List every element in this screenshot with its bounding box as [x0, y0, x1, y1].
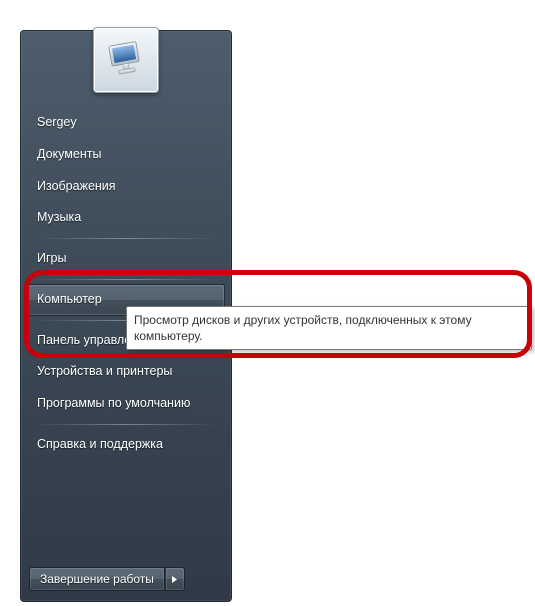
user-picture-frame[interactable]: [93, 27, 159, 93]
menu-item-default-programs[interactable]: Программы по умолчанию: [27, 388, 225, 420]
menu-item-help-support[interactable]: Справка и поддержка: [27, 429, 225, 461]
menu-separator: [35, 238, 217, 239]
menu-item-documents[interactable]: Документы: [27, 139, 225, 171]
tooltip: Просмотр дисков и других устройств, подк…: [126, 306, 532, 350]
menu-item-user[interactable]: Sergey: [27, 107, 225, 139]
menu-item-devices-printers[interactable]: Устройства и принтеры: [27, 356, 225, 388]
menu-separator: [35, 279, 217, 280]
computer-monitor-icon: [104, 38, 148, 82]
start-menu-items: Sergey Документы Изображения Музыка Игры…: [27, 107, 225, 461]
shutdown-split-button: Завершение работы: [29, 567, 185, 591]
shutdown-options-button[interactable]: [165, 567, 185, 591]
menu-item-pictures[interactable]: Изображения: [27, 171, 225, 203]
menu-item-music[interactable]: Музыка: [27, 202, 225, 234]
menu-separator: [35, 424, 217, 425]
shutdown-button[interactable]: Завершение работы: [29, 567, 165, 591]
triangle-right-icon: [171, 575, 178, 584]
menu-item-games[interactable]: Игры: [27, 243, 225, 275]
